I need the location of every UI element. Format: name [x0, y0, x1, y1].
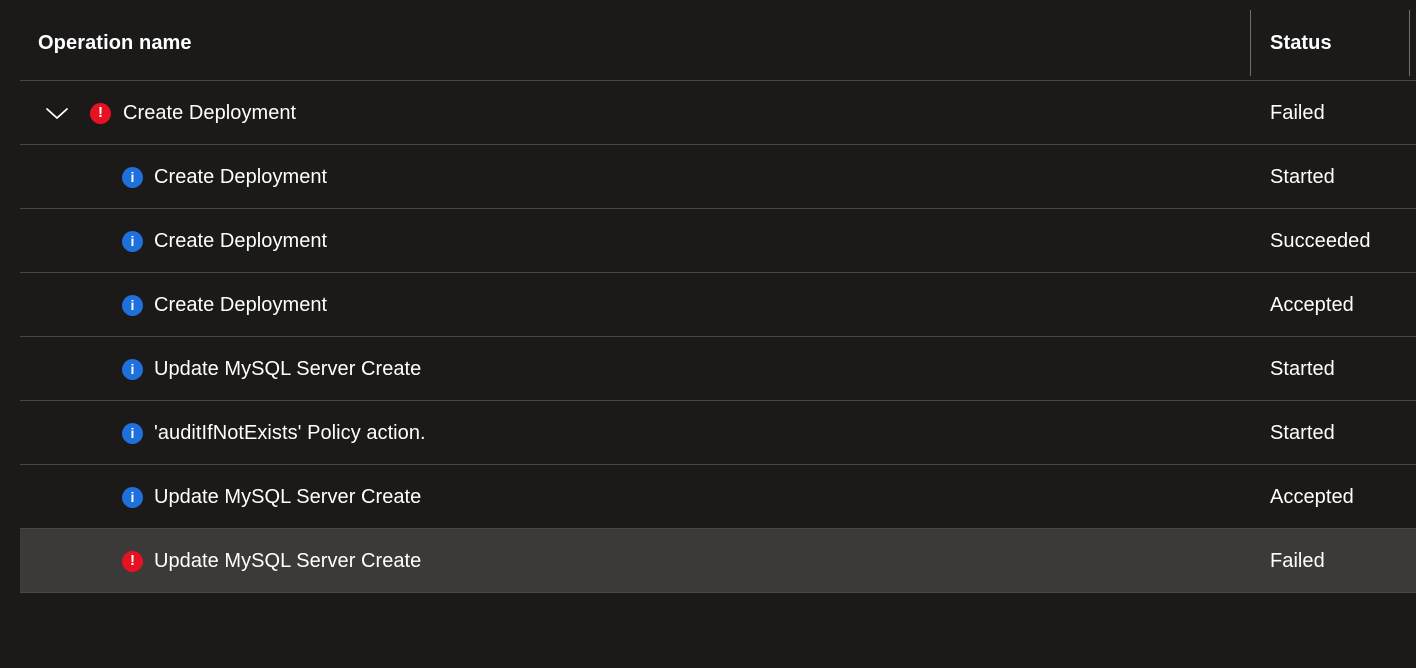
status-icon-glyph: i — [130, 488, 135, 505]
status-icon-glyph: i — [130, 168, 135, 185]
row-content: i 'auditIfNotExists' Policy action. Starte… — [0, 401, 1416, 465]
info-icon: i — [122, 295, 143, 316]
info-icon: i — [122, 487, 143, 508]
operation-name-cell[interactable]: Update MySQL Server Create — [154, 484, 421, 510]
error-icon: ! — [122, 551, 143, 572]
operation-name-cell[interactable]: Create Deployment — [154, 292, 327, 318]
status-icon-glyph: ! — [98, 104, 103, 121]
status-icon-glyph: i — [130, 424, 135, 441]
status-cell: Accepted — [1270, 294, 1354, 316]
table-row[interactable]: ! Update MySQL Server Create Failed — [0, 529, 1416, 593]
table-row[interactable]: i 'auditIfNotExists' Policy action. Starte… — [0, 401, 1416, 465]
operations-grid: Operation name Status ! Create Deployment… — [0, 0, 1416, 668]
operation-name-cell[interactable]: Update MySQL Server Create — [154, 356, 421, 382]
row-content: i Update MySQL Server Create Accepted — [0, 465, 1416, 529]
status-icon-glyph: i — [130, 360, 135, 377]
table-row[interactable]: ! Create Deployment Failed — [0, 81, 1416, 145]
operation-name-cell[interactable]: Create Deployment — [154, 228, 327, 254]
row-content: ! Update MySQL Server Create Failed — [0, 529, 1416, 593]
info-icon: i — [122, 231, 143, 252]
column-header-status[interactable]: Status — [1270, 31, 1332, 55]
status-icon-glyph: i — [130, 232, 135, 249]
operation-name-cell[interactable]: Update MySQL Server Create — [154, 548, 421, 574]
column-splitter-right[interactable] — [1409, 10, 1410, 76]
status-cell: Failed — [1270, 550, 1325, 572]
row-content: i Create Deployment Started — [0, 145, 1416, 209]
info-icon: i — [122, 423, 143, 444]
table-row[interactable]: i Create Deployment Accepted — [0, 273, 1416, 337]
status-cell: Failed — [1270, 102, 1325, 124]
info-icon: i — [122, 167, 143, 188]
operation-name-cell[interactable]: Create Deployment — [154, 164, 327, 190]
status-cell: Succeeded — [1270, 230, 1371, 252]
status-cell: Accepted — [1270, 486, 1354, 508]
table-row[interactable]: i Update MySQL Server Create Accepted — [0, 465, 1416, 529]
status-icon-glyph: i — [130, 296, 135, 313]
status-cell: Started — [1270, 166, 1335, 188]
row-divider — [20, 592, 1416, 593]
column-splitter-left[interactable] — [1250, 10, 1251, 76]
grid-rows: ! Create Deployment Failed i Create Deployme… — [0, 81, 1416, 593]
chevron-down-icon[interactable] — [44, 103, 70, 123]
grid-header-row: Operation name Status — [0, 0, 1416, 81]
table-row[interactable]: i Create Deployment Started — [0, 145, 1416, 209]
error-icon: ! — [90, 103, 111, 124]
info-icon: i — [122, 359, 143, 380]
row-content: i Create Deployment Accepted — [0, 273, 1416, 337]
row-content: i Update MySQL Server Create Started — [0, 337, 1416, 401]
status-cell: Started — [1270, 422, 1335, 444]
column-header-operation-name[interactable]: Operation name — [38, 31, 192, 55]
operation-name-cell[interactable]: Create Deployment — [123, 100, 296, 126]
row-content: i Create Deployment Succeeded — [0, 209, 1416, 273]
status-icon-glyph: ! — [130, 552, 135, 569]
status-cell: Started — [1270, 358, 1335, 380]
operation-name-cell[interactable]: 'auditIfNotExists' Policy action. — [154, 420, 426, 446]
row-content: ! Create Deployment Failed — [0, 81, 1416, 145]
table-row[interactable]: i Update MySQL Server Create Started — [0, 337, 1416, 401]
table-row[interactable]: i Create Deployment Succeeded — [0, 209, 1416, 273]
